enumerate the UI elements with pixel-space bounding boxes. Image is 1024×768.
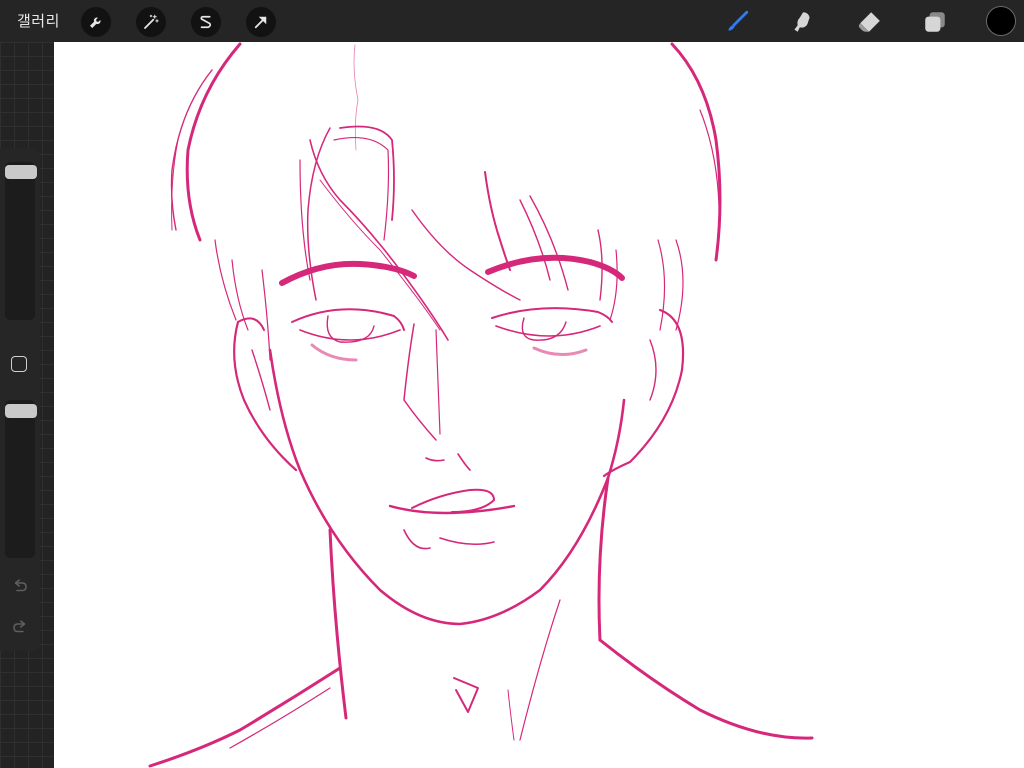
- brush-size-slider[interactable]: [5, 162, 37, 320]
- top-toolbar: 갤러리: [0, 0, 1024, 42]
- layers-button[interactable]: [918, 5, 952, 39]
- brush-icon: [728, 10, 749, 31]
- gallery-button[interactable]: 갤러리: [17, 11, 60, 31]
- adjustments-button[interactable]: [136, 7, 166, 37]
- selection-button[interactable]: [191, 7, 221, 37]
- modify-button[interactable]: [11, 356, 27, 372]
- undo-button[interactable]: [9, 575, 31, 597]
- eraser-icon: [858, 12, 880, 32]
- layers-icon: [925, 12, 945, 32]
- left-sidebar: [0, 148, 40, 651]
- undo-arrow-icon: [14, 579, 27, 592]
- drawing-canvas[interactable]: [54, 42, 1024, 768]
- redo-button[interactable]: [9, 616, 31, 638]
- redo-arrow-icon: [13, 620, 26, 633]
- arrow-cursor-icon: [254, 16, 267, 29]
- brush-tool-button[interactable]: [720, 5, 754, 39]
- wrench-icon: [90, 17, 101, 28]
- color-picker-button[interactable]: [986, 6, 1016, 36]
- sketch-artwork: [148, 42, 814, 768]
- smudge-finger-icon: [794, 12, 810, 32]
- actions-button[interactable]: [81, 7, 111, 37]
- magic-wand-icon: [144, 14, 159, 29]
- smudge-tool-button[interactable]: [785, 5, 819, 39]
- selection-s-icon: [200, 15, 212, 29]
- eraser-tool-button[interactable]: [852, 5, 886, 39]
- opacity-handle[interactable]: [5, 404, 37, 418]
- opacity-slider[interactable]: [5, 400, 37, 558]
- brush-size-handle[interactable]: [5, 165, 37, 179]
- transform-button[interactable]: [246, 7, 276, 37]
